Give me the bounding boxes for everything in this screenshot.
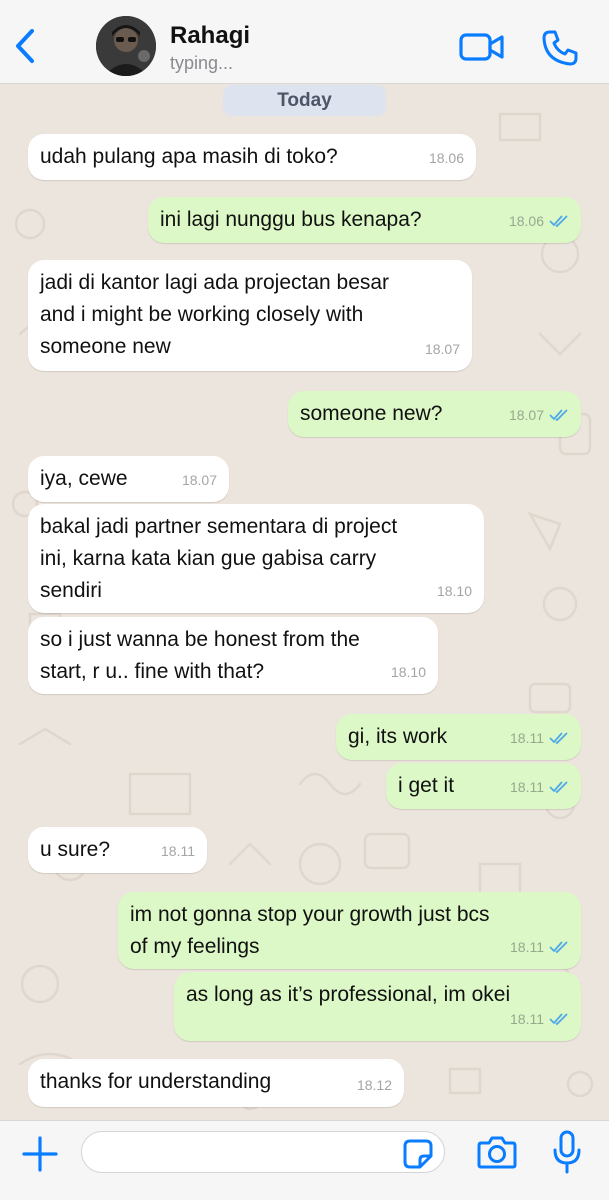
video-camera-icon (459, 33, 504, 61)
message-incoming[interactable]: bakal jadi partner sementara di project … (28, 504, 484, 613)
date-separator: Today (223, 85, 386, 116)
double-check-icon (549, 215, 568, 227)
message-text: ini lagi nunggu bus kenapa? (160, 208, 422, 231)
double-check-icon (549, 781, 568, 793)
message-time: 18.07 (424, 341, 460, 357)
message-input[interactable] (81, 1131, 445, 1173)
message-incoming[interactable]: iya, cewe 18.07 (28, 456, 229, 502)
message-time: 18.07 (181, 472, 217, 488)
contact-name[interactable]: Rahagi (170, 22, 250, 50)
chat-header: Rahagi typing... (0, 0, 609, 84)
phone-icon (542, 30, 578, 66)
message-time: 18.10 (390, 664, 426, 680)
message-time: 18.11 (510, 1011, 544, 1027)
message-text: so i just wanna be honest from the start… (40, 628, 360, 683)
message-time: 18.11 (510, 939, 544, 955)
double-check-icon (549, 1013, 568, 1025)
message-incoming[interactable]: so i just wanna be honest from the start… (28, 617, 438, 694)
chat-area[interactable]: Today udah pulang apa masih di toko? 18.… (0, 84, 609, 1120)
double-check-icon (549, 941, 568, 953)
message-outgoing[interactable]: as long as it’s professional, im okei 18… (174, 972, 581, 1041)
message-time: 18.06 (508, 213, 544, 229)
message-text: im not gonna stop your growth just bcs o… (130, 903, 490, 958)
camera-button[interactable] (476, 1134, 518, 1170)
message-time: 18.11 (510, 779, 544, 795)
sticker-button[interactable] (402, 1138, 434, 1170)
message-incoming[interactable]: thanks for understanding 18.12 (28, 1059, 404, 1107)
message-text: thanks for understanding (40, 1070, 272, 1093)
message-incoming[interactable]: jadi di kantor lagi ada projectan besar … (28, 260, 472, 371)
message-text: jadi di kantor lagi ada projectan besar … (40, 271, 390, 358)
sticker-icon (403, 1139, 433, 1169)
message-incoming[interactable]: udah pulang apa masih di toko? 18.06 (28, 134, 476, 180)
message-outgoing[interactable]: i get it 18.11 (386, 763, 581, 809)
microphone-button[interactable] (552, 1130, 582, 1174)
message-outgoing[interactable]: ini lagi nunggu bus kenapa? 18.06 (148, 197, 581, 243)
camera-icon (477, 1136, 517, 1169)
message-time: 18.11 (161, 843, 195, 859)
message-outgoing[interactable]: gi, its work 18.11 (336, 714, 581, 760)
double-check-icon (549, 409, 568, 421)
back-button[interactable] (8, 26, 42, 66)
plus-icon (22, 1136, 58, 1172)
voice-call-button[interactable] (540, 28, 580, 68)
message-time: 18.11 (510, 730, 544, 746)
video-call-button[interactable] (458, 28, 506, 66)
double-check-icon (549, 732, 568, 744)
message-time: 18.12 (356, 1077, 392, 1093)
message-incoming[interactable]: u sure? 18.11 (28, 827, 207, 873)
attach-button[interactable] (20, 1134, 60, 1174)
contact-status: typing... (170, 53, 234, 73)
message-text: udah pulang apa masih di toko? (40, 145, 338, 168)
microphone-icon (553, 1130, 581, 1174)
message-text: bakal jadi partner sementara di project … (40, 515, 398, 602)
message-time: 18.06 (428, 150, 464, 166)
message-outgoing[interactable]: im not gonna stop your growth just bcs o… (118, 892, 581, 969)
message-time: 18.07 (508, 407, 544, 423)
message-outgoing[interactable]: someone new? 18.07 (288, 391, 581, 437)
message-time: 18.10 (436, 583, 472, 599)
avatar[interactable] (96, 16, 156, 76)
chevron-left-icon (16, 29, 34, 63)
